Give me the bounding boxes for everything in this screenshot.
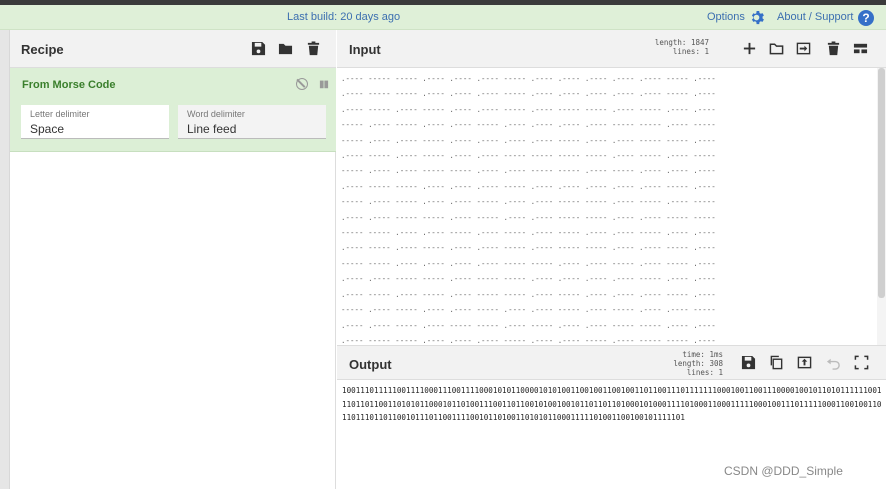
about-support-link[interactable]: About / Support — [777, 11, 853, 23]
trash-icon[interactable] — [306, 41, 321, 56]
left-gutter — [0, 30, 10, 489]
input-length-value: 1847 — [690, 38, 709, 47]
input-line: .---- ----- ----- .---- .---- .---- ----… — [341, 181, 716, 191]
recipe-drop-area[interactable] — [10, 152, 336, 489]
help-icon[interactable]: ? — [858, 10, 874, 26]
save-icon[interactable] — [251, 41, 266, 56]
input-header: Input length: 1847 lines: 1 — [337, 30, 886, 68]
save-output-icon[interactable] — [741, 355, 756, 370]
output-stats: time: 1ms length: 308 lines: 1 — [647, 350, 723, 377]
input-line: .---- ----- ----- .---- .---- .---- ----… — [341, 335, 716, 345]
folder-icon[interactable] — [278, 41, 293, 56]
letter-delimiter-value[interactable]: Space — [30, 122, 64, 136]
output-lines-value: 1 — [718, 368, 723, 377]
input-scrollbar[interactable] — [877, 68, 886, 345]
output-title: Output — [349, 357, 392, 372]
last-build-text: Last build: 20 days ago — [287, 11, 401, 23]
input-lines-value: 1 — [704, 47, 709, 56]
input-line: .---- ----- ----- .---- .---- .---- ----… — [341, 89, 716, 99]
input-line: .---- .---- ----- ----- .---- ----- .---… — [341, 212, 716, 222]
recipe-title: Recipe — [21, 42, 64, 57]
maximize-icon[interactable] — [854, 355, 869, 370]
input-line: ----- .---- ----- .---- .---- ----- .---… — [341, 197, 716, 207]
word-delimiter-field[interactable]: Word delimiter Line feed — [178, 105, 326, 139]
input-textarea[interactable]: .---- ----- ----- .---- .---- .---- ----… — [337, 68, 877, 345]
open-file-icon[interactable] — [796, 41, 811, 56]
word-delimiter-value[interactable]: Line feed — [187, 122, 236, 136]
gear-icon[interactable] — [749, 10, 764, 25]
input-line: ----- .---- ----- .---- .---- ----- .---… — [341, 120, 716, 130]
copy-output-icon[interactable] — [769, 355, 784, 370]
letter-delimiter-label: Letter delimiter — [30, 109, 90, 119]
output-header: Output time: 1ms length: 308 lines: 1 — [337, 345, 886, 380]
input-line: .---- ----- .---- ----- .---- .---- ----… — [341, 151, 716, 161]
options-link[interactable]: Options — [707, 11, 745, 23]
open-folder-icon[interactable] — [769, 41, 784, 56]
input-line: ----- .---- ----- .---- .---- ----- .---… — [341, 305, 716, 315]
input-content[interactable]: .---- ----- ----- .---- .---- .---- ----… — [341, 71, 873, 345]
layout-icon[interactable] — [853, 41, 868, 56]
input-line: ----- ----- .---- .---- ----- .---- ----… — [341, 228, 716, 238]
input-lines-label: lines: — [672, 47, 700, 56]
input-title: Input — [349, 42, 381, 57]
input-line: .---- .---- ----- .---- ----- ----- .---… — [341, 320, 716, 330]
output-lines-label: lines: — [686, 368, 714, 377]
output-time-value: 1ms — [709, 350, 723, 359]
pause-icon[interactable]: ▮▮ — [319, 79, 329, 90]
add-tab-icon[interactable] — [742, 41, 757, 56]
output-length-label: length: — [673, 359, 705, 368]
input-line: .---- ----- ----- .---- .---- .---- ----… — [341, 74, 716, 83]
replace-input-icon[interactable] — [797, 355, 812, 370]
letter-delimiter-field[interactable]: Letter delimiter Space — [21, 105, 169, 139]
operation-name: From Morse Code — [22, 79, 116, 91]
input-line: ----- .---- .---- ----- ----- .---- .---… — [341, 166, 716, 176]
input-line: ----- ----- .---- .---- .---- .---- ----… — [341, 258, 716, 268]
operation-from-morse-code[interactable]: From Morse Code ▮▮ Letter delimiter Spac… — [10, 68, 336, 152]
notification-banner: Last build: 20 days ago Options About / … — [0, 5, 886, 30]
output-length-value: 308 — [709, 359, 723, 368]
clear-input-icon[interactable] — [826, 41, 841, 56]
undo-icon — [826, 358, 840, 370]
watermark: CSDN @DDD_Simple — [724, 464, 843, 478]
recipe-header: Recipe — [10, 30, 336, 68]
scrollbar-thumb[interactable] — [878, 68, 885, 298]
input-line: .---- ----- .---- ----- .---- .---- ----… — [341, 243, 716, 253]
input-line: ----- .---- .---- ----- .---- .---- .---… — [341, 135, 716, 145]
word-delimiter-label: Word delimiter — [187, 109, 245, 119]
input-line: .---- ----- .---- ----- .---- .---- ----… — [341, 104, 716, 114]
output-time-label: time: — [682, 350, 705, 359]
output-content[interactable]: 1001110111110011110001110011110001010110… — [342, 384, 882, 425]
input-length-label: length: — [654, 38, 687, 47]
input-line: .---- .---- ----- ----- .---- ----- ----… — [341, 274, 716, 284]
input-line: .---- ----- .---- ----- .---- ----- ----… — [341, 289, 716, 299]
disable-icon[interactable] — [296, 78, 308, 90]
input-stats: length: 1847 lines: 1 — [637, 38, 709, 56]
